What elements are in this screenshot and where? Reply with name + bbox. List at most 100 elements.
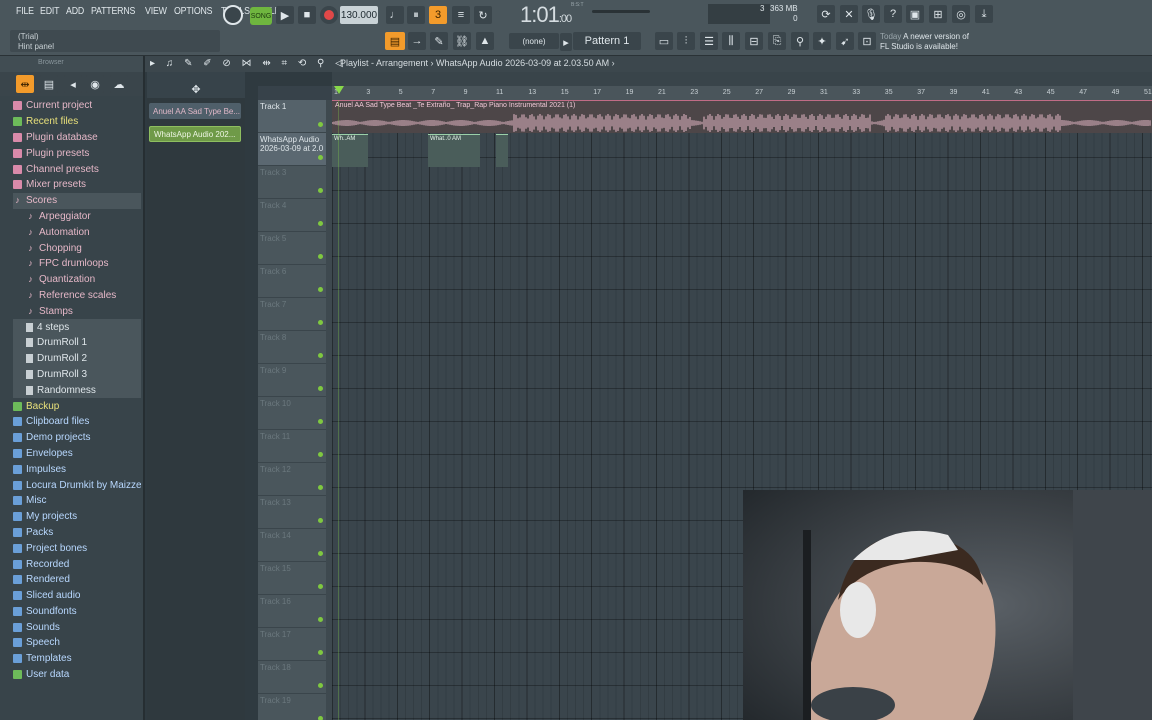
mixer-icon[interactable]: ⫼ (722, 32, 740, 50)
pattern-selector[interactable]: Pattern 1 (573, 32, 641, 50)
track-mute-led[interactable] (318, 188, 323, 193)
tempo-display[interactable]: 130.000 (340, 6, 378, 24)
browser-item[interactable]: Recent files (13, 114, 141, 130)
help-icon[interactable]: ? (884, 5, 902, 23)
chat-icon[interactable]: ◎ (952, 5, 970, 23)
track-mute-led[interactable] (318, 518, 323, 523)
loop-record-icon[interactable]: ↻ (474, 6, 492, 24)
browser-item[interactable]: ♪ Quantization (13, 272, 141, 288)
track-header[interactable]: Track 1 (258, 100, 326, 133)
tools-icon[interactable]: ✕ (840, 5, 858, 23)
picker-move-icon[interactable]: ✥ (187, 80, 205, 98)
pattern-song-knob-icon[interactable] (223, 5, 243, 25)
clip-source-anuel[interactable]: Anuel AA Sad Type Be... (149, 103, 241, 119)
whatsapp-clip-2[interactable]: What..0 AM (428, 134, 480, 167)
track-mute-led[interactable] (318, 551, 323, 556)
browser-item[interactable]: Plugin database (13, 130, 141, 146)
blend-notes-icon[interactable]: ≡ (452, 6, 470, 24)
browser-item[interactable]: Packs (13, 525, 141, 541)
menu-edit[interactable]: EDIT (40, 6, 60, 17)
track-mute-led[interactable] (318, 254, 323, 259)
step-edit-icon[interactable]: ▤ (385, 32, 405, 50)
snap-select[interactable]: (none) (509, 33, 559, 49)
browser-item[interactable]: Mixer presets (13, 177, 141, 193)
browser-item[interactable]: ♪ Automation (13, 224, 141, 240)
audio-clip-anuel[interactable]: Anuel AA Sad Type Beat _Te Extraño_ Trap… (332, 100, 1152, 133)
track-header[interactable]: Track 8 (258, 331, 326, 364)
browser-item[interactable]: Current project (13, 98, 141, 114)
browser-search-icon[interactable]: ◉ (86, 75, 104, 93)
track-mute-led[interactable] (318, 419, 323, 424)
pattern-prev-icon[interactable]: ▸ (560, 33, 572, 51)
store-icon[interactable]: ⊡ (858, 32, 876, 50)
browser-item[interactable]: Speech (13, 635, 141, 651)
track-header[interactable]: WhatsApp Audio 2026-03-09 at 2.0 (258, 133, 326, 166)
microphone-icon[interactable]: 🎙 (862, 5, 880, 23)
track-mute-led[interactable] (318, 122, 323, 127)
track-header[interactable]: Track 18 (258, 661, 326, 694)
wait-input-icon[interactable]: ⏸ (407, 6, 425, 24)
track-header[interactable]: Track 10 (258, 397, 326, 430)
plugin-picker-icon[interactable]: ⚲ (791, 32, 809, 50)
browser-item[interactable]: Clipboard files (13, 414, 141, 430)
touch-keyboard-icon[interactable]: ✦ (813, 32, 831, 50)
browser-item[interactable]: Channel presets (13, 161, 141, 177)
track-header[interactable]: Track 17 (258, 628, 326, 661)
browser-item[interactable]: ♪ Stamps (13, 303, 141, 319)
countdown-icon[interactable]: 3 (429, 6, 447, 24)
refresh-icon[interactable]: ⟳ (817, 5, 835, 23)
play-icon[interactable]: ▶ (276, 6, 294, 24)
track-header[interactable]: Track 4 (258, 199, 326, 232)
link-icon[interactable]: ⛓ (453, 32, 471, 50)
menu-view[interactable]: VIEW (145, 6, 167, 17)
track-header[interactable]: Track 19 (258, 694, 326, 720)
track-header[interactable]: Track 15 (258, 562, 326, 595)
track-mute-led[interactable] (318, 650, 323, 655)
piano-roll-icon[interactable]: ⫶ (677, 32, 695, 50)
timeline-ruler[interactable]: 1 3 5 7 9 11 13 15 17 19 21 23 25 27 29 31 33 35 37 39 41 43 4… (332, 86, 1152, 100)
brush-icon[interactable]: ✎ (430, 32, 448, 50)
browser-item[interactable]: ♪ Scores (13, 192, 141, 209)
stamp-icon[interactable]: ▲ (476, 32, 494, 50)
browser-all-icon[interactable]: ⇹ (16, 75, 34, 93)
browser-item[interactable]: My projects (13, 509, 141, 525)
browser-cloud-icon[interactable]: ☁ (110, 75, 128, 93)
browser-item[interactable]: Project bones (13, 540, 141, 556)
browser-item[interactable]: Recorded (13, 556, 141, 572)
track-mute-led[interactable] (318, 617, 323, 622)
project-icon[interactable]: ⎘ (768, 32, 786, 50)
menu-options[interactable]: OPTIONS (174, 6, 213, 17)
browser-item[interactable]: Plugin presets (13, 145, 141, 161)
browser-item[interactable]: Soundfonts (13, 604, 141, 620)
track-header[interactable]: Track 3 (258, 166, 326, 199)
browser-item[interactable]: ♪ Chopping (13, 240, 141, 256)
plugin-icon[interactable]: ⊞ (929, 5, 947, 23)
track-mute-led[interactable] (318, 155, 323, 160)
browser-item[interactable]: Templates (13, 651, 141, 667)
track-mute-led[interactable] (318, 386, 323, 391)
browser-item[interactable]: Misc (13, 493, 141, 509)
track-mute-led[interactable] (318, 287, 323, 292)
menu-patterns[interactable]: PATTERNS (91, 6, 135, 17)
update-notice[interactable]: Today A newer version of FL Studio is av… (880, 32, 969, 52)
browser-item[interactable]: User data (13, 667, 141, 683)
browser-item[interactable]: Locura Drumkit by Maizzeno (13, 477, 141, 493)
browser-item[interactable]: ♪ FPC drumloops (13, 256, 141, 272)
menu-add[interactable]: ADD (66, 6, 84, 17)
browser-item[interactable]: Sliced audio (13, 588, 141, 604)
playhead-marker[interactable] (334, 86, 344, 94)
track-mute-led[interactable] (318, 485, 323, 490)
playlist-tool-icons[interactable]: ▸ ♫ ✎ ✐ ⊘ ⋈ ⇹ ⌗ ⟲ ⚲ ◁ (150, 58, 347, 69)
wand-icon[interactable]: ➹ (836, 32, 854, 50)
track-header[interactable]: Track 7 (258, 298, 326, 331)
metronome-icon[interactable]: ♩ (386, 6, 404, 24)
browser-icon[interactable]: ⊟ (745, 32, 763, 50)
browser-item[interactable]: Rendered (13, 572, 141, 588)
channel-rack-icon[interactable]: ☰ (700, 32, 718, 50)
browser-item[interactable]: 4 steps (13, 319, 141, 335)
browser-back-icon[interactable]: ◂ (64, 75, 82, 93)
track-header[interactable]: Track 9 (258, 364, 326, 397)
track-mute-led[interactable] (318, 452, 323, 457)
stop-icon[interactable]: ■ (298, 6, 316, 24)
track-header[interactable]: Track 12 (258, 463, 326, 496)
